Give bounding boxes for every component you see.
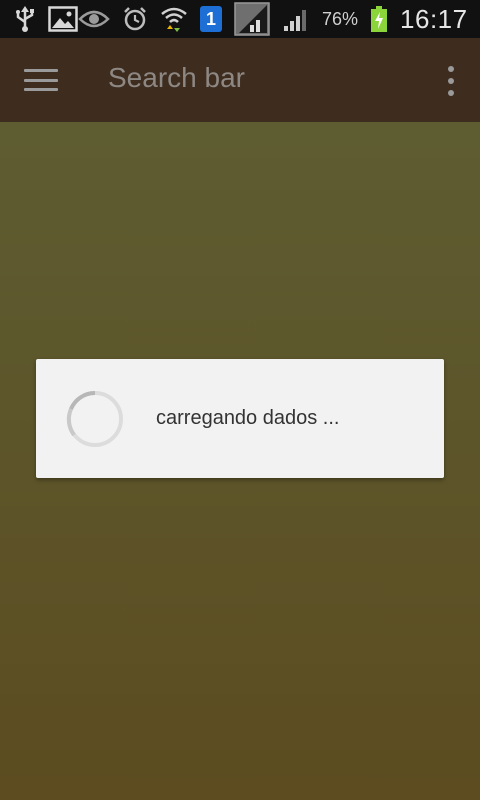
usb-icon bbox=[14, 4, 36, 34]
loading-dialog: carregando dados ... bbox=[36, 359, 444, 478]
overflow-dot bbox=[448, 78, 454, 84]
loading-spinner-icon bbox=[66, 390, 124, 448]
app-bar: Search bar bbox=[0, 38, 480, 122]
signal-icon bbox=[282, 4, 310, 34]
image-notification-icon bbox=[48, 4, 78, 34]
overflow-dot bbox=[448, 66, 454, 72]
alarm-icon bbox=[122, 4, 148, 34]
clock: 16:17 bbox=[400, 3, 468, 34]
status-bar: 1 76% 16:17 bbox=[0, 0, 480, 38]
menu-bar-line bbox=[24, 78, 58, 82]
more-vert-icon[interactable] bbox=[444, 66, 458, 96]
loading-message: carregando dados ... bbox=[156, 407, 340, 429]
eye-icon bbox=[78, 4, 110, 34]
hamburger-menu-icon[interactable] bbox=[24, 66, 58, 94]
menu-bar-line bbox=[24, 88, 58, 91]
wifi-icon bbox=[160, 4, 188, 34]
search-bar[interactable]: Search bar bbox=[108, 62, 245, 94]
sim-1-icon: 1 bbox=[200, 6, 222, 32]
status-bar-system: 1 76% 16:17 bbox=[78, 2, 468, 36]
overflow-dot bbox=[448, 90, 454, 96]
status-bar-notifications bbox=[14, 4, 78, 34]
battery-charging-icon bbox=[370, 4, 388, 34]
battery-percent: 76% bbox=[322, 8, 359, 29]
network-icon bbox=[234, 2, 270, 36]
menu-bar-line bbox=[24, 69, 58, 72]
